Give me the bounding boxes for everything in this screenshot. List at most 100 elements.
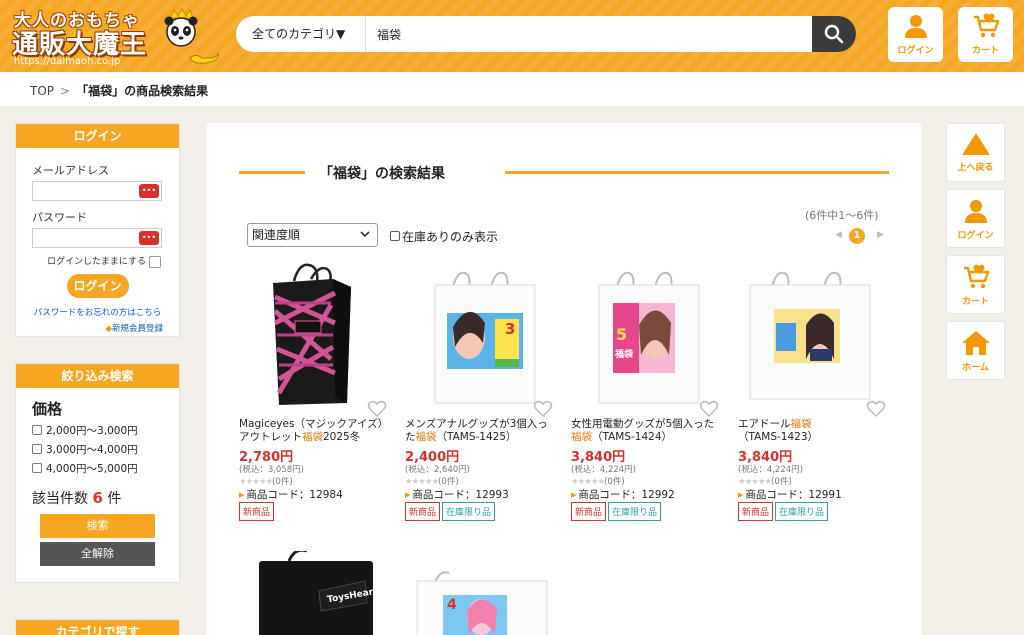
search-input[interactable] [367,16,811,52]
product-card[interactable]: エアドール福袋（TAMS-1423） 3,840円 (税込：4,224円) ★★… [738,263,888,523]
password-field[interactable]: ••• [32,228,162,248]
email-label: メールアドレス [32,164,109,177]
panda-mascot-icon [164,8,198,47]
product-name[interactable]: メンズアナルグッズが3個入った福袋（TAMS-1425） [405,418,555,443]
product-code-text: 商品コード：12992 [578,489,675,501]
product-rating: ★★★★★(0件) [738,475,792,487]
back-to-top-button[interactable]: 上へ戻る [946,123,1005,182]
hit-count-prefix: 該当件数 [32,491,88,507]
page-number-current[interactable]: 1 [849,228,865,244]
password-label: パスワード [32,211,87,224]
star-rating-icon: ★★★★★ [405,477,439,487]
limited-stock-badge: 在庫限り品 [608,502,662,521]
star-rating-icon: ★★★★★ [571,477,605,487]
price-filter-title: 価格 [32,400,63,418]
arrow-up-icon [961,133,990,155]
password-manager-icon[interactable]: ••• [139,184,159,198]
user-icon [964,200,987,223]
price-option[interactable]: 4,000円～5,000円 [32,461,163,476]
result-heading: 「福袋」の検索結果 [239,163,889,183]
in-stock-checkbox[interactable] [390,231,400,241]
product-tags: 新商品 在庫限り品 [405,502,497,521]
remember-me-checkbox[interactable] [149,255,161,268]
rating-count: (0件) [771,477,792,487]
product-card[interactable]: 5 福袋 女性用電動グッズが5個入った福袋（TAMS-1424） 3,840円 … [571,263,721,523]
product-name-text: （TAMS-1424） [592,430,673,443]
product-name[interactable]: Magiceyes（マジックアイズ）アウトレット福袋2025冬 [239,418,389,443]
product-card[interactable]: Magiceyes（マジックアイズ）アウトレット福袋2025冬 2,780円 (… [239,263,389,523]
product-name[interactable]: 女性用電動グッズが5個入った福袋（TAMS-1424） [571,418,721,443]
login-box: ログイン メールアドレス ••• パスワード ••• ログインしたままにする ロ… [15,123,180,337]
product-name-text: 2025冬 [323,430,361,443]
product-image[interactable] [571,263,721,408]
side-login-button[interactable]: ログイン [946,189,1005,248]
product-name-highlight: 福袋 [415,430,437,443]
home-button[interactable]: ホーム [946,321,1005,380]
product-tags: 新商品 在庫限り品 [571,502,663,521]
product-card[interactable]: 4 [413,551,563,635]
product-code: ▶ 商品コード：12991 [738,487,842,502]
remember-me-label: ログインしたままにする [47,257,146,267]
next-page-icon[interactable]: ▶ [877,230,884,240]
product-card[interactable]: ToysHeart [249,551,399,635]
site-logo[interactable]: 大人のおもちゃ 通販大魔王 https://daimaoh.co.jp [10,4,220,68]
product-card[interactable]: 3 メンズアナルグッズが3個入った福袋（TAMS-1425） 2,400円 (税… [405,263,555,523]
search-category-select[interactable]: 全てのカテゴリ▼ [236,16,366,52]
register-link[interactable]: ◆新規会員登録 [32,322,163,334]
password-manager-icon[interactable]: ••• [139,231,159,245]
favorite-heart-icon[interactable] [367,399,387,419]
limited-stock-badge: 在庫限り品 [442,502,496,521]
price-option[interactable]: 2,000円～3,000円 [32,423,163,438]
product-image[interactable] [239,263,389,408]
product-name-text: （TAMS-1425） [436,430,517,443]
header-login-label: ログイン [897,46,934,56]
product-tax-price: (税込：4,224円) [738,465,803,475]
search-icon [824,24,844,44]
filter-clear-button[interactable]: 全解除 [40,542,155,566]
product-image[interactable] [413,551,553,635]
search-button[interactable] [812,16,856,52]
side-cart-label: カート [961,297,989,307]
price-option-checkbox[interactable] [32,444,42,454]
in-stock-filter[interactable]: 在庫ありのみ表示 [390,228,498,245]
rating-count: (0件) [272,477,293,487]
email-field[interactable]: ••• [32,181,162,201]
favorite-heart-icon[interactable] [699,399,719,419]
product-name-highlight: 福袋 [302,430,323,443]
product-tax-price: (税込：4,224円) [571,465,636,475]
breadcrumb-top-link[interactable]: TOP [30,84,54,98]
search-bar: 全てのカテゴリ▼ [236,16,856,52]
new-item-badge: 新商品 [738,502,774,521]
prev-page-icon[interactable]: ◀ [835,230,842,240]
price-option-checkbox[interactable] [32,425,42,435]
chevron-down-icon [360,231,370,238]
favorite-heart-icon[interactable] [533,399,553,419]
remember-me[interactable]: ログインしたままにする [32,254,163,268]
favorite-heart-icon[interactable] [866,399,886,419]
bag-label-number: 5 [616,325,628,344]
side-cart-button[interactable]: カート [946,255,1005,314]
product-tax-price: (税込：3,058円) [239,465,304,475]
price-option[interactable]: 3,000円～4,000円 [32,442,163,457]
product-image[interactable] [738,263,888,408]
product-name[interactable]: エアドール福袋（TAMS-1423） [738,418,888,443]
filter-search-button[interactable]: 検索 [40,514,155,538]
user-icon [904,15,927,38]
product-image[interactable] [405,263,555,408]
price-option-label: 2,000円～3,000円 [46,425,138,437]
forgot-password-link[interactable]: パスワードをお忘れの方はこちら [32,306,163,318]
heading-rule [505,171,889,174]
hit-count-number: 6 [92,489,103,507]
result-count: (6件中1～6件) [805,209,879,222]
triangle-bullet-icon: ▶ [738,491,744,499]
sort-select[interactable]: 関連度順 [247,223,378,247]
search-results-panel: 「福袋」の検索結果 (6件中1～6件) ◀ 1 ▶ 関連度順 在庫ありのみ表示 … [207,123,921,635]
login-button[interactable]: ログイン [66,273,129,298]
header-cart-button[interactable]: カート [958,7,1013,62]
hit-count: 該当件数 6 件 [32,488,163,508]
product-rating: ★★★★★(0件) [239,475,293,487]
home-label: ホーム [962,363,989,373]
breadcrumb-current: 「福袋」の商品検索結果 [76,84,209,98]
header-login-button[interactable]: ログイン [888,7,943,62]
price-option-checkbox[interactable] [32,463,42,473]
